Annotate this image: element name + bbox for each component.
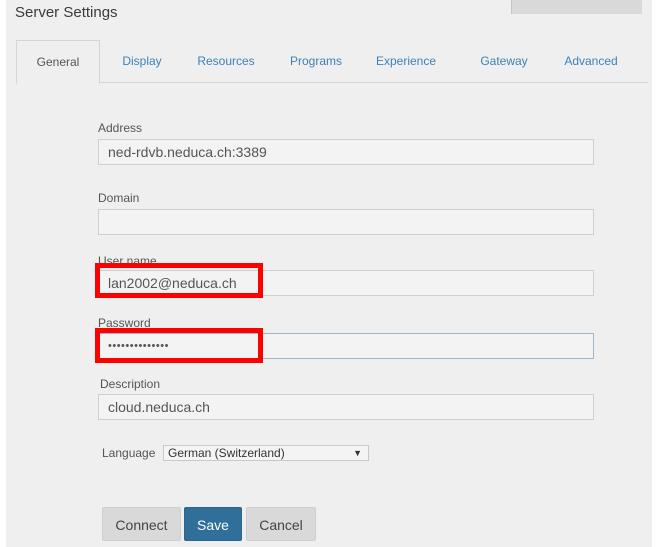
address-label: Address xyxy=(98,121,143,135)
tab-programs[interactable]: Programs xyxy=(274,40,358,82)
password-field[interactable]: •••••••••••••• xyxy=(98,333,594,359)
language-select[interactable]: German (Switzerland) ▼ xyxy=(163,445,369,461)
tab-general[interactable]: General xyxy=(16,40,100,84)
domain-field[interactable] xyxy=(98,209,594,235)
address-field[interactable]: ned-rdvb.neduca.ch:3389 xyxy=(98,139,594,165)
tab-display[interactable]: Display xyxy=(102,40,182,82)
window-top-control xyxy=(511,0,642,14)
tab-advanced[interactable]: Advanced xyxy=(548,40,634,82)
description-label: Description xyxy=(100,377,161,391)
save-button[interactable]: Save xyxy=(184,507,242,541)
cancel-button[interactable]: Cancel xyxy=(246,507,316,541)
dropdown-arrow-icon: ▼ xyxy=(353,448,362,458)
language-select-value: German (Switzerland) xyxy=(168,446,285,460)
window-title: Server Settings xyxy=(15,4,118,21)
server-settings-window: Server Settings General Display Resource… xyxy=(6,0,652,547)
settings-tabs: General Display Resources Programs Exper… xyxy=(16,40,648,84)
connect-button[interactable]: Connect xyxy=(102,507,181,541)
language-label: Language xyxy=(102,446,156,460)
password-label: Password xyxy=(98,316,151,330)
domain-label: Domain xyxy=(98,191,140,205)
username-label: User name xyxy=(98,254,157,268)
username-field[interactable]: lan2002@neduca.ch xyxy=(98,270,594,296)
tab-experience[interactable]: Experience xyxy=(362,40,450,82)
tab-resources[interactable]: Resources xyxy=(182,40,270,82)
description-field[interactable]: cloud.neduca.ch xyxy=(98,394,594,420)
tab-gateway[interactable]: Gateway xyxy=(464,40,544,82)
